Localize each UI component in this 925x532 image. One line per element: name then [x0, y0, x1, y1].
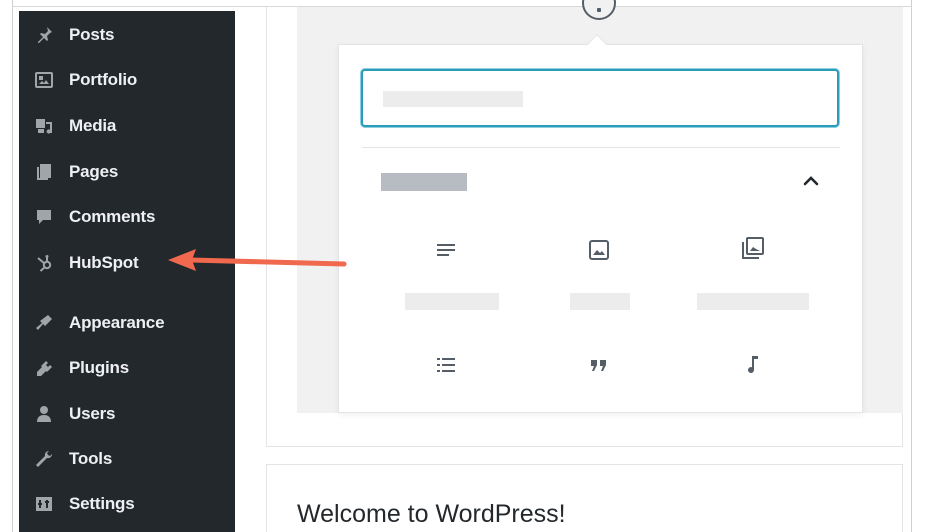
- pin-icon: [33, 24, 55, 46]
- sidebar-item-tools[interactable]: Tools: [19, 439, 235, 479]
- sidebar-item-label: Media: [69, 116, 117, 135]
- sidebar-item-comments[interactable]: Comments: [19, 197, 235, 237]
- sidebar-item-media[interactable]: Media: [19, 106, 235, 146]
- block-label: [697, 293, 809, 310]
- sidebar-item-plugins[interactable]: Plugins: [19, 348, 235, 388]
- block-audio[interactable]: [688, 345, 818, 445]
- gallery-icon: [738, 233, 768, 263]
- welcome-title: Welcome to WordPress!: [297, 500, 566, 528]
- image-icon: [584, 235, 614, 265]
- portfolio-icon: [33, 69, 55, 91]
- sidebar-item-label: Settings: [69, 494, 135, 513]
- block-search-field[interactable]: [361, 69, 839, 127]
- sidebar-item-pages[interactable]: Pages: [19, 152, 235, 192]
- block-label: [405, 293, 499, 310]
- sidebar-item-label: Posts: [69, 25, 115, 44]
- block-gallery[interactable]: [688, 225, 818, 325]
- block-category-title: [381, 173, 467, 191]
- sidebar-item-label: Appearance: [69, 313, 165, 332]
- media-icon: [33, 115, 55, 137]
- sidebar-item-label: Plugins: [69, 358, 129, 377]
- list-icon: [431, 350, 461, 380]
- block-list[interactable]: [381, 345, 511, 445]
- appearance-icon: [33, 312, 55, 334]
- block-paragraph[interactable]: [381, 225, 511, 325]
- plus-icon: [597, 8, 601, 12]
- sidebar-item-label: Pages: [69, 162, 119, 181]
- sidebar-item-posts[interactable]: Posts: [19, 15, 235, 55]
- tools-icon: [33, 448, 55, 470]
- block-quote[interactable]: [534, 345, 664, 445]
- block-image[interactable]: [534, 225, 664, 325]
- sidebar-item-label: Comments: [69, 207, 156, 226]
- frame-border: [911, 0, 912, 532]
- sidebar-item-label: HubSpot: [69, 253, 139, 272]
- paragraph-icon: [431, 235, 461, 265]
- pages-icon: [33, 161, 55, 183]
- sidebar-item-settings[interactable]: Settings: [19, 484, 235, 524]
- hubspot-icon: [33, 252, 55, 274]
- sidebar-item-label: Tools: [69, 449, 113, 468]
- users-icon: [33, 403, 55, 425]
- comments-icon: [33, 206, 55, 228]
- quote-icon: [584, 350, 614, 380]
- plugins-icon: [33, 357, 55, 379]
- sidebar-item-users[interactable]: Users: [19, 394, 235, 434]
- annotation-arrow: [168, 249, 347, 271]
- sidebar-item-label: Users: [69, 404, 116, 423]
- block-label: [570, 293, 630, 310]
- chevron-up-icon[interactable]: [800, 170, 822, 192]
- sidebar-item-label: Portfolio: [69, 70, 138, 89]
- settings-icon: [33, 493, 55, 515]
- frame-border: [12, 0, 13, 532]
- audio-icon: [738, 350, 768, 380]
- search-placeholder-bar: [383, 91, 523, 107]
- sidebar-item-portfolio[interactable]: Portfolio: [19, 60, 235, 100]
- divider: [362, 147, 840, 148]
- sidebar-item-appearance[interactable]: Appearance: [19, 303, 235, 343]
